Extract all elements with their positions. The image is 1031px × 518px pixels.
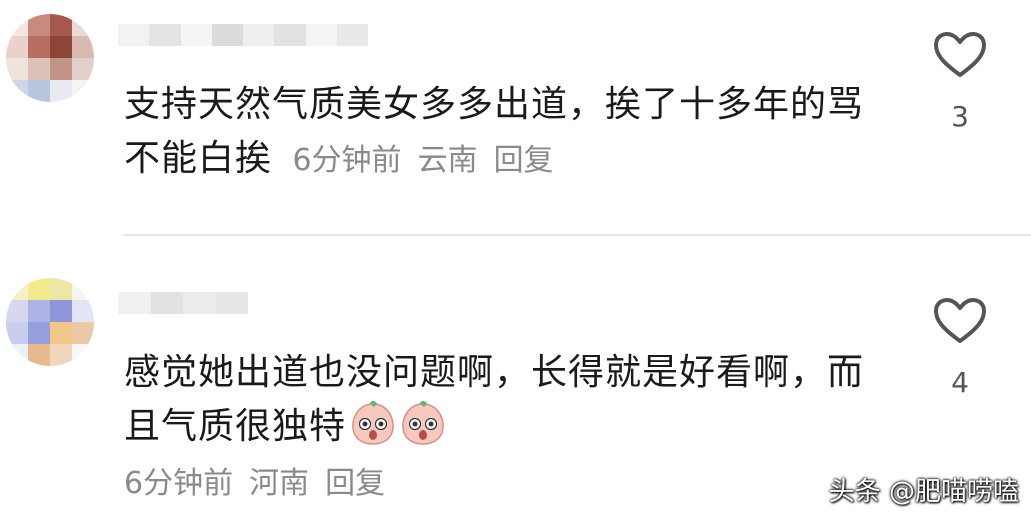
reply-button[interactable]: 回复 [494,143,554,178]
reply-button[interactable]: 回复 [325,466,385,501]
peach-face-emoji-icon [352,401,394,445]
heart-outline-icon[interactable] [932,296,988,346]
comment-time: 6分钟前 [292,143,402,178]
comment-meta: 6分钟前 云南 回复 [284,143,569,178]
peach-face-emoji-icon [402,401,444,445]
like-button[interactable]: 3 [930,30,990,133]
comment-text: 感觉她出道也没问题啊，长得就是好看啊，而且气质很独特 [124,346,864,454]
watermark: 头条 @肥喵唠嗑 [828,477,1019,507]
avatar[interactable] [6,278,94,366]
comment-body: 感觉她出道也没问题啊，长得就是好看啊，而且气质很独特 [124,352,865,447]
like-button[interactable]: 4 [930,296,990,399]
comment-item: 支持天然气质美女多多出道，挨了十多年的骂不能白挨 6分钟前 云南 回复 3 [0,0,1031,236]
username-blurred[interactable] [118,292,248,314]
avatar[interactable] [6,14,94,102]
like-count: 3 [951,100,969,133]
comment-location: 河南 [249,466,310,501]
comment-location: 云南 [417,143,478,178]
heart-outline-icon[interactable] [932,30,988,80]
comment-time: 6分钟前 [124,466,234,501]
comment-meta: 6分钟前 河南 回复 [124,458,401,502]
like-count: 4 [951,366,969,399]
username-blurred[interactable] [118,24,368,46]
comment-text: 支持天然气质美女多多出道，挨了十多年的骂不能白挨 6分钟前 云南 回复 [124,78,864,188]
